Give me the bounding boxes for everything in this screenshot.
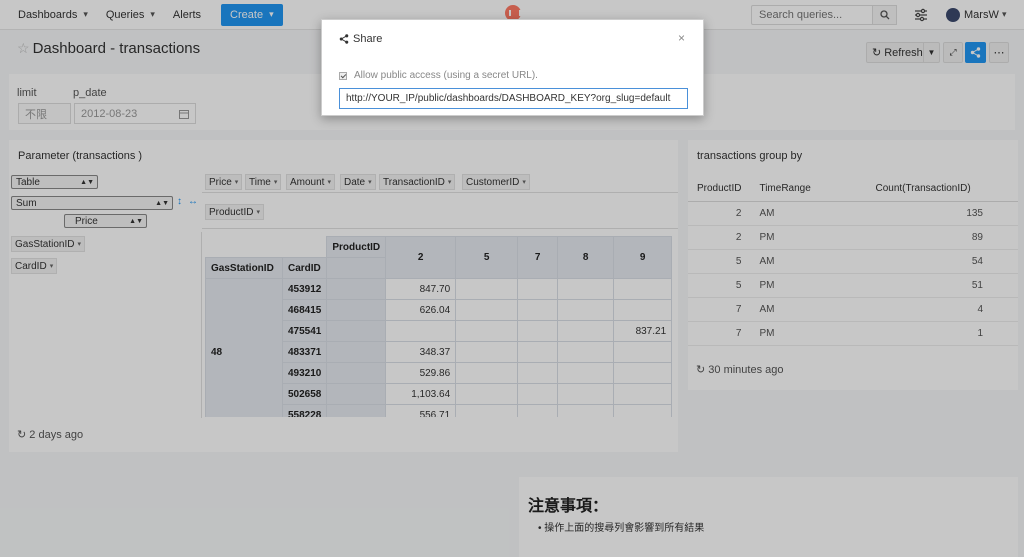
public-access-toggle[interactable]: Allow public access (using a secret URL)… [339,70,538,81]
share-modal: Share × Allow public access (using a sec… [321,19,704,116]
modal-title: Share [339,33,382,45]
share-url-input[interactable] [339,88,688,109]
close-icon[interactable]: × [678,31,685,45]
public-access-checkbox[interactable] [339,71,347,80]
share-icon [339,34,349,44]
public-access-label: Allow public access (using a secret URL)… [354,70,538,81]
